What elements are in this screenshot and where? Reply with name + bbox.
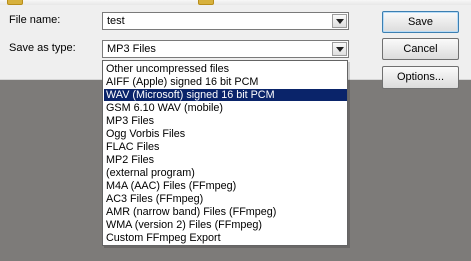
dropdown-option[interactable]: WMA (version 2) Files (FFmpeg) bbox=[104, 219, 347, 231]
dropdown-option[interactable]: AIFF (Apple) signed 16 bit PCM bbox=[104, 76, 347, 88]
dropdown-option[interactable]: MP2 Files bbox=[104, 154, 347, 166]
dropdown-option[interactable]: Custom FFmpeg Export bbox=[104, 232, 347, 244]
chevron-down-icon bbox=[336, 19, 344, 24]
dropdown-option[interactable]: FLAC Files bbox=[104, 141, 347, 153]
save-as-type-combo[interactable]: MP3 Files bbox=[102, 40, 349, 58]
dropdown-option[interactable]: Other uncompressed files bbox=[104, 63, 347, 75]
dropdown-option[interactable]: (external program) bbox=[104, 167, 347, 179]
save-as-type-dropdown-button[interactable] bbox=[332, 42, 347, 56]
top-strip bbox=[0, 0, 471, 5]
folder-icon bbox=[198, 0, 214, 5]
save-button[interactable]: Save bbox=[382, 11, 459, 33]
dropdown-option[interactable]: M4A (AAC) Files (FFmpeg) bbox=[104, 180, 347, 192]
dropdown-option[interactable]: AC3 Files (FFmpeg) bbox=[104, 193, 347, 205]
dropdown-option[interactable]: AMR (narrow band) Files (FFmpeg) bbox=[104, 206, 347, 218]
options-button[interactable]: Options... bbox=[382, 66, 459, 89]
file-name-combo[interactable]: test bbox=[102, 12, 349, 30]
file-name-dropdown-button[interactable] bbox=[332, 14, 347, 28]
dropdown-option[interactable]: Ogg Vorbis Files bbox=[104, 128, 347, 140]
file-name-value[interactable]: test bbox=[107, 15, 125, 27]
save-as-type-label: Save as type: bbox=[9, 42, 76, 54]
dropdown-option[interactable]: GSM 6.10 WAV (mobile) bbox=[104, 102, 347, 114]
folder-icon bbox=[7, 0, 23, 5]
dropdown-option[interactable]: MP3 Files bbox=[104, 115, 347, 127]
chevron-down-icon bbox=[336, 47, 344, 52]
save-as-type-value[interactable]: MP3 Files bbox=[107, 43, 156, 55]
cancel-button[interactable]: Cancel bbox=[382, 38, 459, 60]
dropdown-option[interactable]: WAV (Microsoft) signed 16 bit PCM bbox=[104, 89, 347, 101]
file-name-label: File name: bbox=[9, 14, 61, 26]
file-type-dropdown-list[interactable]: Other uncompressed files AIFF (Apple) sig… bbox=[102, 60, 348, 246]
